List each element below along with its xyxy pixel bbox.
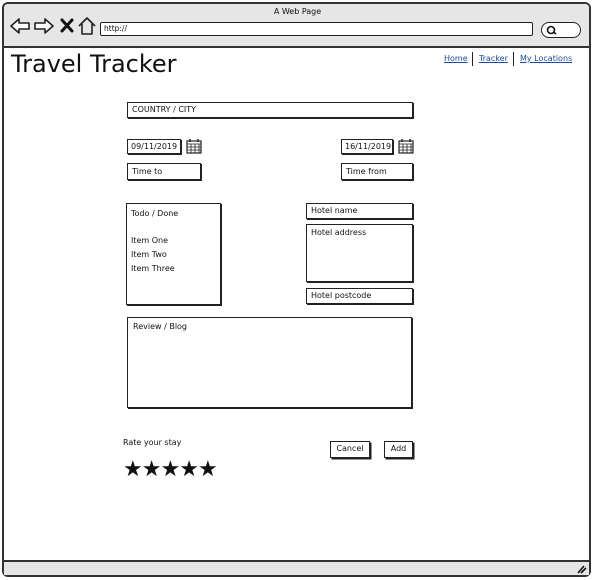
calendar-icon[interactable] [186, 138, 202, 154]
home-icon[interactable] [76, 16, 98, 36]
hotel-postcode-input[interactable]: Hotel postcode [306, 288, 413, 304]
search-icon [546, 25, 557, 35]
start-date-input[interactable]: 09/11/2019 [127, 139, 181, 154]
nav-my-locations[interactable]: My Locations [520, 54, 572, 63]
list-item[interactable]: Item One [131, 234, 216, 248]
review-textarea[interactable]: Review / Blog [127, 317, 412, 408]
nav-separator [513, 52, 514, 66]
rating-label: Rate your stay [123, 438, 182, 447]
search-button[interactable] [541, 22, 581, 38]
star-icon[interactable]: ★ [160, 457, 180, 482]
todo-list-title: Todo / Done [131, 209, 179, 218]
window-title: A Web Page [273, 7, 322, 16]
nav-tracker[interactable]: Tracker [479, 54, 508, 63]
star-rating[interactable]: ★★★★★ [123, 457, 218, 482]
star-icon[interactable]: ★ [179, 457, 199, 482]
end-date-input[interactable]: 16/11/2019 [341, 139, 393, 154]
forward-icon[interactable] [33, 16, 55, 36]
resize-grip-icon[interactable] [575, 564, 587, 574]
time-to-input[interactable]: Time to [127, 163, 201, 180]
star-icon[interactable]: ★ [123, 457, 143, 482]
list-item[interactable]: Item Two [131, 248, 216, 262]
hotel-name-input[interactable]: Hotel name [306, 203, 413, 219]
nav-separator [472, 52, 473, 66]
status-bar [4, 560, 589, 575]
nav-my-locations-label: My Locations [520, 54, 573, 63]
back-icon[interactable] [9, 16, 31, 36]
time-from-input[interactable]: Time from [341, 163, 413, 180]
hotel-address-input[interactable]: Hotel address [306, 224, 413, 282]
page-title: Travel Tracker [11, 50, 177, 78]
list-item[interactable]: Item Three [131, 262, 216, 276]
url-field[interactable]: http:// [100, 22, 533, 36]
country-city-input[interactable]: COUNTRY / CITY [127, 102, 413, 118]
cancel-button[interactable]: Cancel [330, 441, 370, 458]
star-icon[interactable]: ★ [198, 457, 218, 482]
todo-list[interactable]: Todo / Done Item One Item Two Item Three [126, 203, 221, 305]
star-icon[interactable]: ★ [142, 457, 162, 482]
nav-home[interactable]: Home [444, 54, 468, 63]
add-button[interactable]: Add [384, 441, 413, 458]
nav-home-label: Home [444, 54, 468, 63]
calendar-icon[interactable] [398, 138, 414, 154]
nav-tracker-label: Tracker [479, 54, 508, 63]
browser-window [2, 2, 591, 577]
